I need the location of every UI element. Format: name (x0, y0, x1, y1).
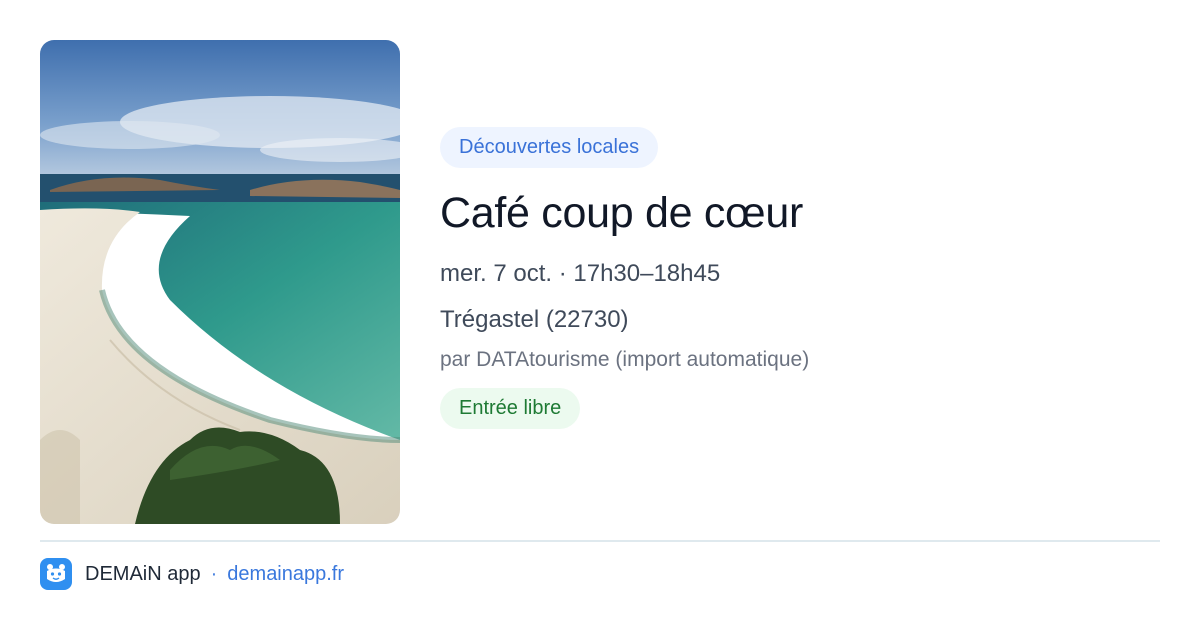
event-title: Café coup de cœur (440, 189, 803, 237)
footer-divider (40, 540, 1160, 542)
event-datetime: mer. 7 oct. · 17h30–18h45 (440, 260, 721, 287)
event-location: Trégastel (22730) (440, 306, 629, 333)
app-name: DEMAiN app (85, 562, 201, 585)
price-badge: Entrée libre (440, 388, 581, 429)
event-photo (40, 40, 400, 524)
demain-logo-icon (40, 558, 72, 590)
category-badge[interactable]: Découvertes locales (440, 127, 659, 168)
event-info: Découvertes locales Café coup de cœur me… (440, 127, 1160, 429)
footer-separator: · (210, 562, 218, 585)
app-website-link[interactable]: demainapp.fr (227, 563, 344, 586)
event-source: par DATAtourisme (import automatique) (440, 348, 810, 371)
footer: DEMAiN app · demainapp.fr (40, 558, 344, 590)
